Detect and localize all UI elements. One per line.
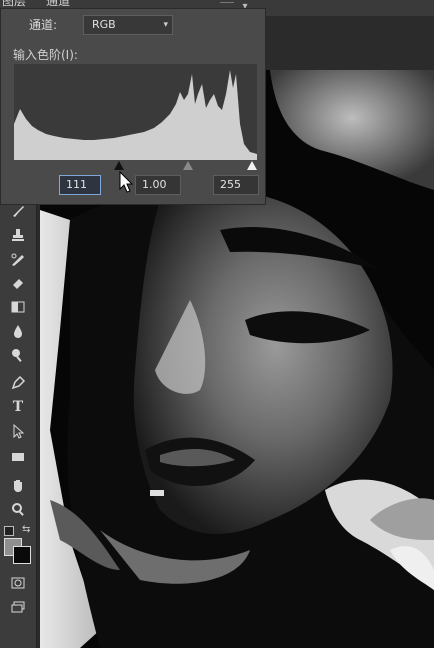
stamp-icon[interactable] [6,224,30,246]
input-levels-slider[interactable] [14,161,257,173]
input-levels-label: 输入色阶(I): [13,48,78,62]
color-swatches[interactable]: ⇆ [4,524,34,566]
tab-layers[interactable]: 图层 [2,0,26,8]
channel-dropdown[interactable]: RGB ▾ [83,15,173,35]
input-white-field[interactable]: 255 [213,175,259,195]
quick-mask-icon[interactable] [6,572,30,594]
background-color[interactable] [13,546,31,564]
blur-icon[interactable] [6,320,30,342]
mouse-pointer-icon [119,171,134,193]
type-icon[interactable]: T [6,396,30,418]
dodge-icon[interactable] [6,344,30,366]
gradient-icon[interactable] [6,296,30,318]
tools-toolbar: T ⇆ [0,196,37,648]
tab-channels[interactable]: 通道 [46,0,70,8]
rectangle-icon[interactable] [6,446,30,468]
gamma-handle[interactable] [183,161,193,170]
screen-mode-icon[interactable] [6,596,30,618]
eraser-icon[interactable] [6,272,30,294]
channel-dropdown-value: RGB [92,18,116,31]
path-select-icon[interactable] [6,420,30,442]
channel-label: 通道: [29,18,58,32]
history-brush-icon[interactable] [6,248,30,270]
default-colors-icon[interactable] [4,526,14,536]
pen-icon[interactable] [6,372,30,394]
hand-icon[interactable] [6,474,30,496]
chevron-down-icon: ▾ [163,20,168,30]
histogram [14,64,257,160]
input-gamma-field[interactable]: 1.00 [135,175,181,195]
photoshop-window: 图层 通道 ▾ T ⇆ 通道: RGB ▾ 输入色阶(I): 111 1.00 … [0,0,434,648]
input-black-field[interactable]: 111 [59,175,101,195]
white-point-handle[interactable] [247,161,257,170]
zoom-icon[interactable] [6,498,30,520]
black-point-handle[interactable] [114,161,124,170]
swap-colors-icon[interactable]: ⇆ [22,524,30,535]
levels-panel: 通道: RGB ▾ 输入色阶(I): 111 1.00 255 [0,8,266,205]
